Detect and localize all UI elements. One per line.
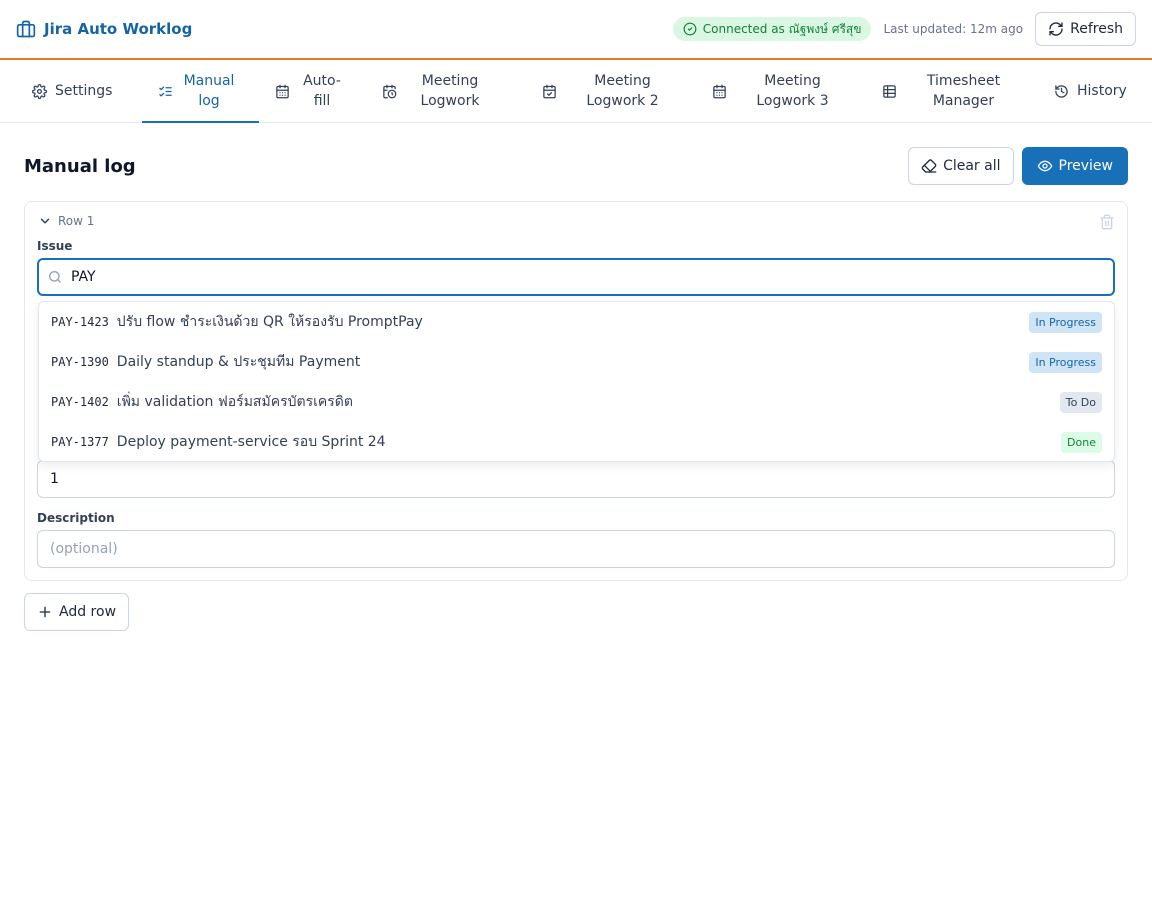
issue-key: PAY-1377: [51, 435, 109, 449]
issue-summary: เพิ่ม validation ฟอร์มสมัครบัตรเครดิต: [116, 394, 353, 410]
row-label: Row 1: [58, 214, 95, 228]
eraser-icon: [921, 159, 937, 173]
preview-label: Preview: [1058, 158, 1114, 174]
issue-key: PAY-1390: [51, 355, 109, 369]
preview-button[interactable]: Preview: [1021, 147, 1128, 185]
issue-option[interactable]: PAY-1390 Daily standup & ประชุมทีม Payme…: [39, 342, 1114, 382]
tab-label: Meeting Logwork 2: [586, 73, 659, 109]
issue-option[interactable]: PAY-1423 ปรับ flow ชำระเงินด้วย QR ให้รอ…: [39, 302, 1114, 342]
clear-all-button[interactable]: Clear all: [908, 147, 1014, 185]
tab-meeting-logwork-3[interactable]: Meeting Logwork 3: [696, 60, 866, 122]
issue-search-input[interactable]: [71, 269, 1051, 285]
tab-history[interactable]: History: [1038, 60, 1138, 122]
gear-icon: [32, 83, 47, 99]
eye-icon: [1037, 160, 1052, 172]
refresh-label: Refresh: [1070, 21, 1123, 37]
app-header: Jira Auto Worklog Connected as ณัฐพงษ์ ศ…: [0, 0, 1152, 60]
tab-meeting-logwork-2[interactable]: Meeting Logwork 2: [526, 60, 696, 122]
tab-label: Auto-fill: [303, 73, 341, 109]
trash-icon[interactable]: [1099, 214, 1115, 230]
calendar-clock-icon: [383, 84, 397, 98]
check-circle-icon: [683, 22, 697, 36]
issue-summary: ปรับ flow ชำระเงินด้วย QR ให้รองรับ Prom…: [116, 314, 423, 330]
last-updated: Last updated: 12m ago: [883, 22, 1024, 36]
tab-label: Meeting Logwork: [420, 73, 480, 109]
tab-auto-fill[interactable]: Auto-fill: [259, 60, 366, 122]
hours-input[interactable]: [37, 460, 1115, 498]
calendar-icon: [276, 84, 289, 98]
tab-label: Timesheet Manager: [926, 73, 1001, 109]
tab-label: History: [1077, 83, 1127, 99]
issue-summary: Deploy payment-service รอบ Sprint 24: [116, 434, 386, 450]
refresh-icon: [1049, 22, 1063, 36]
issue-option[interactable]: PAY-1377 Deploy payment-service รอบ Spri…: [39, 422, 1114, 462]
connection-text: Connected as ณัฐพงษ์ ศรีสุข: [702, 21, 862, 36]
issue-search[interactable]: [37, 258, 1115, 296]
status-badge: In Progress: [1029, 311, 1102, 333]
connection-badge: Connected as ณัฐพงษ์ ศรีสุข: [672, 17, 872, 41]
clear-all-label: Clear all: [943, 158, 1001, 174]
app-title: Jira Auto Worklog: [44, 20, 193, 38]
log-row-card: Row 1 Issue Description PAY-1423 ปรับ fl…: [24, 201, 1128, 581]
tab-label: Manual log: [183, 73, 235, 109]
issue-key: PAY-1423: [51, 315, 109, 329]
main-content: Manual log Clear all Preview Row 1 Issue…: [24, 147, 1128, 631]
row-toggle[interactable]: Row 1: [38, 214, 94, 228]
brand: Jira Auto Worklog: [16, 19, 192, 39]
issue-dropdown: PAY-1423 ปรับ flow ชำระเงินด้วย QR ให้รอ…: [38, 301, 1115, 462]
add-row-label: Add row: [59, 604, 117, 620]
status-badge: To Do: [1059, 391, 1102, 413]
description-input[interactable]: [37, 530, 1115, 568]
tab-bar: Settings Manual log Auto-fill Meeting Lo…: [0, 60, 1152, 123]
tab-settings[interactable]: Settings: [16, 60, 142, 122]
page-title: Manual log: [24, 155, 136, 177]
tab-label: Meeting Logwork 3: [756, 73, 829, 109]
issue-label: Issue: [37, 239, 73, 253]
calendar-check-icon: [543, 84, 556, 98]
refresh-button[interactable]: Refresh: [1035, 12, 1136, 46]
search-icon: [49, 271, 61, 283]
description-label: Description: [37, 511, 115, 525]
status-badge: In Progress: [1029, 351, 1102, 373]
table-icon: [883, 84, 896, 98]
briefcase-icon: [16, 20, 36, 38]
tab-meeting-logwork[interactable]: Meeting Logwork: [366, 60, 526, 122]
list-check-icon: [159, 86, 172, 96]
calendar-icon: [713, 84, 726, 98]
issue-summary: Daily standup & ประชุมทีม Payment: [116, 354, 361, 370]
chevron-down-icon: [40, 218, 50, 224]
issue-key: PAY-1402: [51, 395, 109, 409]
issue-option[interactable]: PAY-1402 เพิ่ม validation ฟอร์มสมัครบัตร…: [39, 382, 1114, 422]
plus-icon: [39, 606, 51, 618]
status-badge: Done: [1061, 431, 1102, 453]
tab-label: Settings: [55, 83, 113, 99]
tab-timesheet-manager[interactable]: Timesheet Manager: [866, 60, 1038, 122]
tab-manual-log[interactable]: Manual log: [142, 60, 259, 123]
add-row-button[interactable]: Add row: [24, 593, 130, 631]
history-icon: [1055, 84, 1068, 98]
